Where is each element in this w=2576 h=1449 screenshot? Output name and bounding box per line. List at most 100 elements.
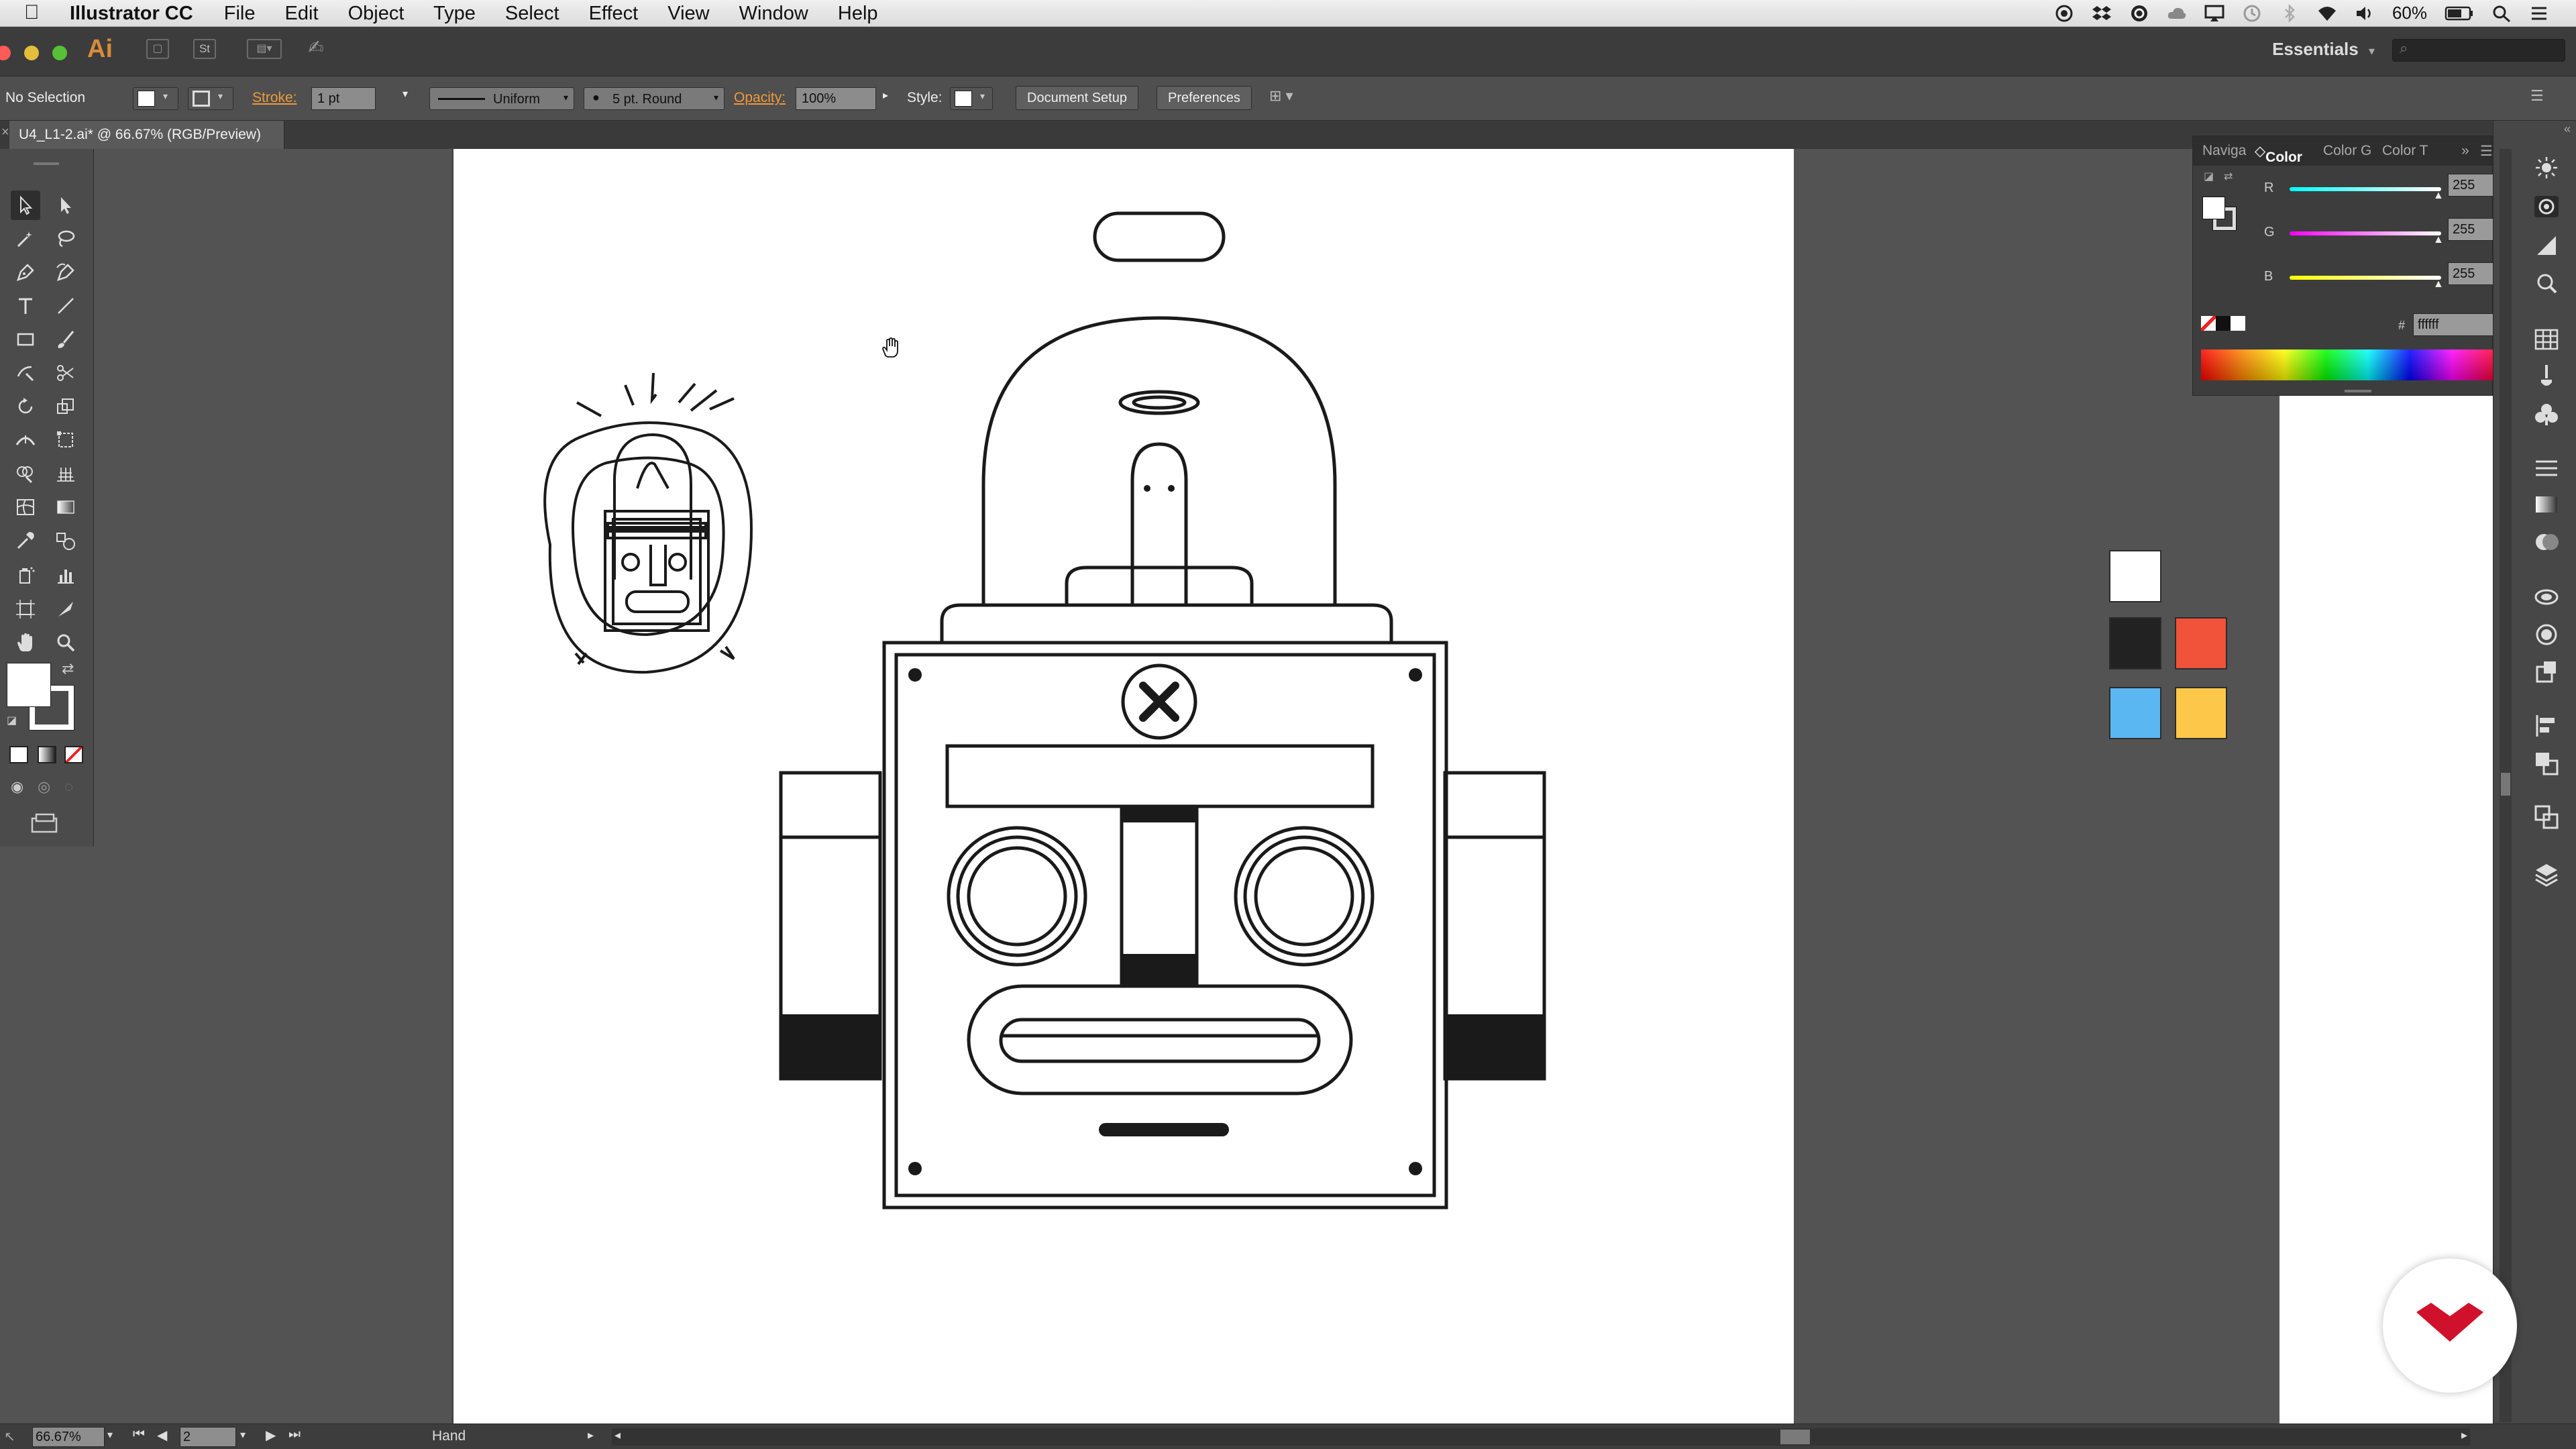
selection-tool[interactable] (11, 191, 40, 220)
dock-collapse-icon[interactable]: « (2564, 122, 2571, 136)
vertical-scrollbar[interactable] (2500, 149, 2512, 1422)
menu-app-name[interactable]: Illustrator CC (70, 3, 193, 24)
close-window-button[interactable] (0, 46, 11, 60)
lasso-tool[interactable] (51, 224, 80, 254)
shaper-tool[interactable] (11, 358, 40, 388)
none-color-button[interactable] (2201, 316, 2216, 331)
rectangle-tool[interactable] (11, 325, 40, 354)
dock-transform-icon[interactable] (2532, 802, 2561, 832)
default-fill-stroke-icon[interactable]: ◪ (7, 714, 17, 727)
fill-indicator[interactable] (7, 663, 51, 707)
panel-grip[interactable] (34, 162, 59, 165)
zoom-tool[interactable] (51, 628, 80, 657)
record-icon[interactable] (2054, 4, 2074, 23)
vertical-scroll-thumb[interactable] (2501, 773, 2510, 796)
fill-color-picker[interactable]: ▾ (133, 87, 178, 110)
gradient-mode-button[interactable] (38, 746, 56, 763)
artboard-number-field[interactable]: 2 (180, 1427, 236, 1447)
menu-type[interactable]: Type (433, 3, 476, 24)
graphic-style-picker[interactable]: ▾ (950, 87, 993, 110)
workspace-switcher[interactable]: Essentials ▾ (2272, 39, 2375, 60)
gpu-performance-button[interactable]: ✍ (305, 38, 327, 59)
dock-brushes-icon[interactable] (2532, 362, 2561, 392)
slice-tool[interactable] (51, 594, 80, 624)
swap-fill-stroke-icon[interactable]: ⇄ (62, 660, 74, 678)
none-mode-button[interactable] (64, 746, 83, 763)
line-segment-tool[interactable] (51, 291, 80, 321)
opacity-label[interactable]: Opacity: (734, 90, 786, 106)
dock-swatches-icon[interactable] (2532, 325, 2561, 354)
tab-color-guide[interactable]: Color G (2323, 143, 2371, 159)
dock-symbols-icon[interactable] (2532, 400, 2561, 429)
scissors-tool[interactable] (51, 358, 80, 388)
wifi-icon[interactable] (2317, 4, 2337, 23)
volume-icon[interactable] (2355, 4, 2375, 23)
dock-color-icon[interactable] (2532, 192, 2561, 221)
g-value-field[interactable]: 255 (2448, 218, 2498, 241)
swatch-red[interactable] (2175, 617, 2227, 669)
swatch-black[interactable] (2109, 617, 2161, 669)
menu-effect[interactable]: Effect (589, 3, 639, 24)
g-slider[interactable] (2290, 231, 2441, 235)
chevron-down-icon[interactable]: ▾ (402, 87, 408, 101)
white-color-button[interactable] (2231, 316, 2245, 331)
symbol-sprayer-tool[interactable] (11, 561, 40, 590)
variable-width-profile[interactable]: Uniform ▾ (429, 87, 574, 110)
dock-stroke-icon[interactable] (2532, 453, 2561, 483)
dock-appearance-icon[interactable] (2532, 582, 2561, 612)
menu-file[interactable]: File (224, 3, 256, 24)
panel-default-icon[interactable]: ◪ (2204, 170, 2214, 183)
panel-resize-grip[interactable] (2345, 390, 2371, 392)
draw-inside-icon[interactable]: ◌ (64, 778, 73, 796)
type-tool[interactable] (11, 291, 40, 321)
menu-window[interactable]: Window (739, 3, 808, 24)
blend-tool[interactable] (51, 526, 80, 555)
dock-color-guide-icon[interactable] (2532, 231, 2561, 260)
stroke-color-picker[interactable]: ▾ (188, 87, 233, 110)
black-color-button[interactable] (2216, 316, 2231, 331)
minimize-window-button[interactable] (24, 46, 39, 60)
g-slider-thumb[interactable]: ▲ (2433, 234, 2444, 246)
horizontal-scrollbar[interactable]: ◂ ▸ (612, 1428, 2470, 1446)
tab-color[interactable]: ◇ Color (2255, 143, 2302, 165)
preferences-button[interactable]: Preferences (1157, 86, 1252, 110)
panel-menu-icon[interactable]: ☰ (2480, 143, 2493, 160)
scroll-right-icon[interactable]: ▸ (2461, 1428, 2467, 1442)
document-tab[interactable]: U4_L1-2.ai* @ 66.67% (RGB/Preview) (9, 121, 284, 149)
dropbox-icon[interactable] (2092, 4, 2112, 23)
pen-tool[interactable] (11, 258, 40, 287)
horizontal-scroll-thumb[interactable] (1780, 1430, 1810, 1444)
help-search-input[interactable]: ⌕ (2392, 39, 2565, 62)
arrange-icon[interactable]: ⊞ ▾ (1269, 87, 1293, 105)
r-slider-thumb[interactable]: ▲ (2433, 190, 2444, 202)
hand-tool[interactable] (11, 628, 40, 657)
apple-icon[interactable]:  (24, 1, 40, 24)
dock-asset-export-icon[interactable] (2532, 657, 2561, 687)
stroke-label[interactable]: Stroke: (252, 90, 297, 106)
next-artboard-icon[interactable]: ▶ (266, 1427, 276, 1444)
stroke-weight-field[interactable]: 1 pt (311, 87, 376, 110)
gradient-tool[interactable] (51, 492, 80, 522)
swatch-white[interactable] (2109, 550, 2161, 602)
tab-navigator[interactable]: Naviga (2202, 143, 2246, 159)
panel-swap-icon[interactable]: ⇄ (2224, 170, 2233, 183)
zoom-level-field[interactable]: 66.67% (32, 1427, 105, 1447)
mesh-tool[interactable] (11, 492, 40, 522)
airplay-icon[interactable] (2204, 4, 2224, 23)
swatch-blue[interactable] (2109, 687, 2161, 739)
curvature-tool[interactable] (51, 258, 80, 287)
paintbrush-tool[interactable] (51, 325, 80, 354)
perspective-grid-tool[interactable] (51, 459, 80, 488)
stock-button[interactable]: St (193, 39, 216, 59)
width-tool[interactable] (11, 425, 40, 455)
notification-center-icon[interactable] (2529, 4, 2549, 23)
chevron-down-icon[interactable]: ▾ (240, 1428, 246, 1442)
rotate-tool[interactable] (11, 392, 40, 421)
time-machine-icon[interactable] (2242, 4, 2262, 23)
scale-tool[interactable] (51, 392, 80, 421)
robot-artwork[interactable] (452, 149, 1794, 1424)
panel-menu-icon[interactable]: ☰ (2530, 87, 2544, 105)
screen-mode-button[interactable] (30, 813, 59, 833)
first-artboard-icon[interactable]: ⏮ (133, 1427, 145, 1442)
panel-collapse-icon[interactable]: » (2461, 143, 2469, 159)
